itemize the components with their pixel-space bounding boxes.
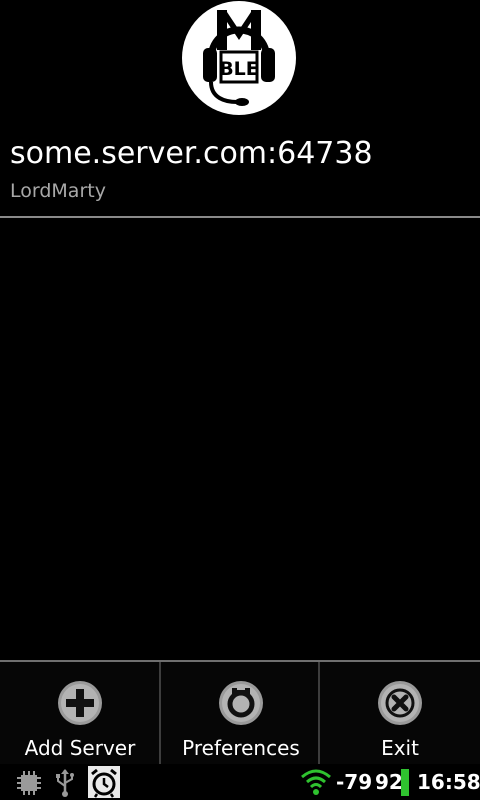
server-list-empty-area [0, 218, 480, 660]
wifi-icon [301, 769, 331, 795]
add-server-label: Add Server [24, 736, 136, 760]
alarm-icon [88, 766, 120, 798]
close-icon [378, 681, 422, 725]
server-username: LordMarty [10, 180, 106, 202]
signal-strength-text: -79 [336, 770, 373, 794]
add-icon [58, 681, 102, 725]
server-host: some.server.com:64738 [10, 136, 373, 171]
server-list-item[interactable]: some.server.com:64738 LordMarty [0, 130, 480, 218]
usb-icon [56, 769, 74, 797]
battery-icon [401, 769, 409, 796]
logo-text: BLE [219, 58, 259, 80]
mumble-logo-icon: BLE [182, 1, 296, 115]
gear-icon [219, 681, 263, 725]
exit-label: Exit [381, 736, 419, 760]
chip-icon [17, 771, 41, 795]
options-menu: Add Server Preferences Exit [0, 660, 480, 764]
app-logo: BLE [181, 0, 297, 116]
add-server-button[interactable]: Add Server [0, 662, 160, 764]
exit-button[interactable]: Exit [320, 662, 480, 764]
battery-level-text: 92 [375, 770, 403, 794]
clock-time: 16:58 [417, 770, 480, 794]
preferences-button[interactable]: Preferences [161, 662, 321, 764]
status-bar: -79 92 16:58 [0, 764, 480, 800]
preferences-label: Preferences [182, 736, 300, 760]
